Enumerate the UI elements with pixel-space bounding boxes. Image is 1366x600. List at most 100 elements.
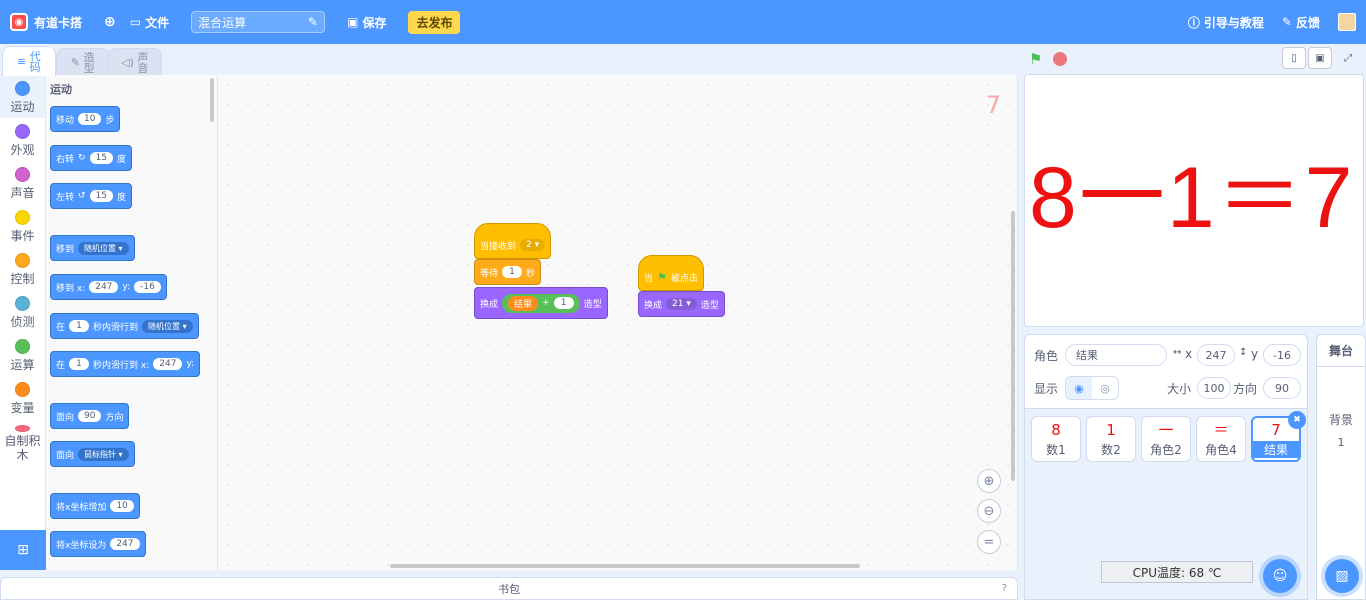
direction-input[interactable]: 90 [78, 410, 102, 422]
sprite-thumbnail[interactable]: 一角色2 [1141, 416, 1191, 462]
palette-scrollbar[interactable] [210, 78, 214, 122]
when-receive-hat-block[interactable]: 当接收到 2 ▾ [474, 223, 552, 259]
green-flag-button[interactable]: ⚑ [1029, 50, 1042, 68]
script-area[interactable]: 7 当接收到 2 ▾ 等待 1 秒 换成 结果 + 1 造型 当 ⚑ 被点击 换… [218, 75, 1018, 570]
guide-button[interactable]: ⓘ 引导与教程 [1188, 14, 1264, 31]
small-stage-button[interactable]: ▯ [1282, 47, 1306, 69]
goto-target-dropdown[interactable]: 随机位置 ▾ [78, 241, 129, 255]
switch-costume-block[interactable]: 换成 结果 + 1 造型 [474, 287, 608, 319]
wait-block[interactable]: 等待 1 秒 [474, 259, 542, 285]
change-x-block[interactable]: 将x坐标增加 10 [50, 493, 140, 519]
tab-sounds[interactable]: ◁) 声音 [108, 48, 162, 76]
costume-dropdown[interactable]: 21 ▾ [666, 298, 697, 310]
add-extension-button[interactable]: ⊞ [0, 530, 46, 570]
goto-block[interactable]: 移到 随机位置 ▾ [50, 235, 135, 261]
category-8[interactable]: 自制积木 [0, 419, 45, 462]
user-avatar[interactable] [1338, 13, 1356, 31]
sprite-thumbnail[interactable]: 8 数1 [1031, 416, 1081, 462]
project-title-text: 混合运算 [198, 15, 247, 30]
seconds-input[interactable]: 1 [69, 358, 90, 370]
block-text: 移到 x: [56, 283, 86, 294]
point-direction-block[interactable]: 面向 90 方向 [50, 403, 130, 429]
language-globe-icon[interactable]: ⊕ [104, 14, 116, 30]
direction-input[interactable]: 90 [1263, 377, 1301, 399]
brand-logo[interactable]: ◉ 有道卡搭 [10, 13, 82, 31]
block-text: 度 [117, 154, 127, 165]
stage-canvas[interactable]: 8一1＝7 [1024, 74, 1364, 327]
turn-left-block[interactable]: 左转 ↺ 15 度 [50, 183, 133, 209]
addend-input[interactable]: 1 [553, 297, 574, 309]
block-text: 步 [105, 115, 115, 126]
script-vertical-scrollbar[interactable] [1011, 211, 1015, 481]
x-input[interactable]: 247 [1197, 344, 1235, 366]
seconds-input[interactable]: 1 [502, 266, 523, 278]
stop-button[interactable] [1053, 52, 1067, 66]
towards-target-dropdown[interactable]: 鼠标指针 ▾ [78, 447, 129, 461]
message-dropdown[interactable]: 2 ▾ [520, 239, 546, 251]
degrees-input[interactable]: 15 [89, 152, 114, 164]
guide-label: 引导与教程 [1203, 15, 1264, 30]
sprite-thumbnail[interactable]: 1 数2 [1086, 416, 1136, 462]
sprite-name-input[interactable]: 结果 [1065, 344, 1167, 366]
block-text: 换成 [480, 299, 499, 310]
degrees-input[interactable]: 15 [89, 190, 114, 202]
category-dot-icon [15, 210, 30, 225]
add-backdrop-button[interactable]: ▨ [1325, 559, 1359, 593]
hide-eye-icon[interactable]: ◎ [1092, 377, 1118, 399]
goto-xy-block[interactable]: 移到 x: 247 y: -16 [50, 274, 167, 300]
publish-button[interactable]: 去发布 [408, 10, 461, 34]
large-stage-button[interactable]: ▣ [1308, 47, 1332, 69]
fullscreen-button[interactable]: ⤢ [1336, 47, 1360, 69]
switch-costume-block-2[interactable]: 换成 21 ▾ 造型 [638, 291, 725, 317]
operator-symbol: + [542, 298, 550, 308]
point-towards-block[interactable]: 面向 鼠标指针 ▾ [50, 441, 135, 467]
sprite-thumbnail[interactable]: 7 结果 ✖ [1251, 411, 1306, 462]
when-flag-clicked-hat-block[interactable]: 当 ⚑ 被点击 [638, 255, 704, 291]
script-horizontal-scrollbar[interactable] [390, 564, 860, 568]
x-input[interactable]: 247 [89, 281, 119, 293]
set-x-block[interactable]: 将x坐标设为 247 [50, 531, 146, 557]
x-input[interactable]: 247 [153, 358, 183, 370]
glide-block[interactable]: 在 1 秒内滑行到 随机位置 ▾ [50, 313, 199, 339]
project-title-input[interactable]: 混合运算 ✎ [191, 11, 326, 33]
delete-sprite-icon[interactable]: ✖ [1288, 411, 1306, 429]
stage-target-pane[interactable]: 舞台 背景 1 ▨ [1316, 334, 1366, 600]
zoom-reset-button[interactable]: = [977, 530, 1001, 554]
feedback-button[interactable]: ✎ 反馈 [1282, 14, 1320, 31]
save-button[interactable]: ▣ 保存 [347, 14, 386, 31]
category-0[interactable]: 运动 [0, 75, 45, 118]
category-1[interactable]: 外观 [0, 118, 45, 161]
y-input[interactable]: -16 [1263, 344, 1301, 366]
turn-right-block[interactable]: 右转 ↻ 15 度 [50, 145, 133, 171]
category-2[interactable]: 声音 [0, 161, 45, 204]
x-set-input[interactable]: 247 [110, 538, 140, 550]
seconds-input[interactable]: 1 [69, 320, 90, 332]
category-4[interactable]: 控制 [0, 247, 45, 290]
category-3[interactable]: 事件 [0, 204, 45, 247]
help-icon[interactable]: ? [1002, 583, 1007, 594]
file-menu[interactable]: ▭ 文件 [130, 14, 169, 31]
tab-costumes[interactable]: ✎ 造型 [56, 48, 110, 76]
block-text: 面向 [56, 450, 75, 461]
zoom-out-button[interactable]: ⊖ [977, 499, 1001, 523]
glide-target-dropdown[interactable]: 随机位置 ▾ [142, 319, 193, 333]
move-steps-block[interactable]: 移动 10 步 [50, 106, 121, 132]
glide-xy-block[interactable]: 在 1 秒内滑行到 x: 247 y: [50, 351, 201, 377]
add-sprite-button[interactable]: ☺ [1263, 559, 1297, 593]
show-eye-icon[interactable]: ◉ [1066, 377, 1092, 399]
zoom-in-button[interactable]: ⊕ [977, 469, 1001, 493]
y-input[interactable]: -16 [134, 281, 161, 293]
category-5[interactable]: 侦测 [0, 290, 45, 333]
result-variable-reporter[interactable]: 结果 [508, 295, 539, 311]
tab-code-label: 代码 [29, 49, 41, 74]
size-input[interactable]: 100 [1197, 377, 1231, 399]
backpack-bar[interactable]: 书包 ? [0, 577, 1018, 600]
category-6[interactable]: 运算 [0, 333, 45, 376]
sprite-glyph: 7 [1271, 420, 1281, 439]
tab-code[interactable]: ≡ 代码 [2, 46, 56, 76]
steps-input[interactable]: 10 [78, 113, 102, 125]
category-7[interactable]: 变量 [0, 376, 45, 419]
sprite-thumbnail[interactable]: ＝ 角色4 [1196, 416, 1246, 462]
x-change-input[interactable]: 10 [110, 500, 134, 512]
add-operator-block[interactable]: 结果 + 1 [502, 293, 580, 313]
